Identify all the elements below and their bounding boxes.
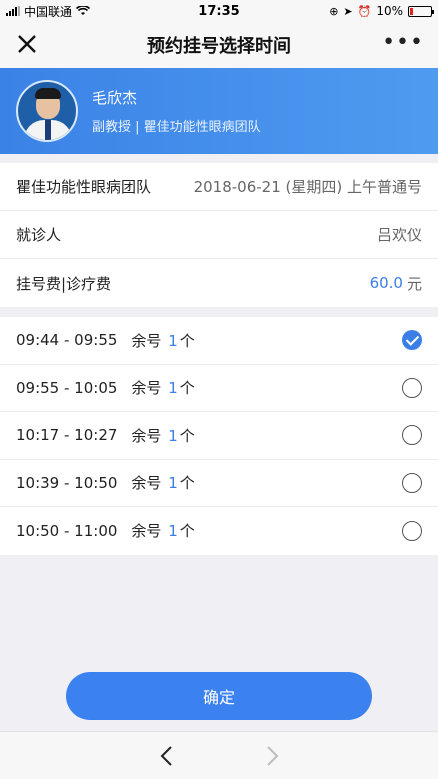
team-row: 瞿佳功能性眼病团队 2018-06-21 (星期四) 上午普通号 xyxy=(0,163,438,211)
back-arrow-icon[interactable] xyxy=(157,744,177,768)
slot-count: 1 xyxy=(168,426,178,445)
slot-radio[interactable] xyxy=(402,425,422,446)
lock-rotation-icon: ⊕ xyxy=(329,4,339,18)
time-slot-row[interactable]: 10:39 - 10:50 余号 1个 xyxy=(0,460,438,507)
slot-remaining: 余号 1个 xyxy=(131,425,194,446)
slot-radio[interactable] xyxy=(402,472,422,493)
slot-radio[interactable] xyxy=(402,520,422,541)
time-slot-row[interactable]: 09:44 - 09:55 余号 1个 xyxy=(0,317,438,365)
slot-time: 09:44 - 09:55 xyxy=(16,331,118,350)
slot-time: 10:17 - 10:27 xyxy=(16,426,118,445)
appointment-info: 瞿佳功能性眼病团队 2018-06-21 (星期四) 上午普通号 就诊人 吕欢仪… xyxy=(0,163,438,307)
nav-bar: 预约挂号选择时间 ••• xyxy=(0,22,438,68)
slot-remaining: 余号 1个 xyxy=(131,330,194,351)
status-right: ⊕ ➤ ⏰ 10% xyxy=(329,4,434,18)
battery-percent: 10% xyxy=(376,4,403,18)
slot-remaining-prefix: 余号 xyxy=(131,331,162,350)
slot-time: 10:50 - 11:00 xyxy=(16,521,118,540)
fee-value: 60.0 xyxy=(369,274,403,292)
slot-remaining-suffix: 个 xyxy=(179,331,195,350)
wifi-icon xyxy=(76,6,91,15)
appointment-date: 2018-06-21 (星期四) 上午普通号 xyxy=(193,178,422,196)
slot-remaining-prefix: 余号 xyxy=(131,379,162,398)
page-title: 预约挂号选择时间 xyxy=(147,36,291,57)
doctor-title-team: 副教授 | 瞿佳功能性眼病团队 xyxy=(92,120,261,135)
slot-radio[interactable] xyxy=(402,377,422,398)
slot-remaining-suffix: 个 xyxy=(179,426,195,445)
doctor-name: 毛欣杰 xyxy=(92,89,138,107)
slot-count: 1 xyxy=(168,379,178,398)
patient-name: 吕欢仪 xyxy=(376,226,422,244)
team-name: 瞿佳功能性眼病团队 xyxy=(16,178,152,196)
signal-icon xyxy=(6,6,20,16)
fee-unit: 元 xyxy=(406,274,422,293)
close-icon[interactable] xyxy=(14,31,40,57)
doctor-banner: 毛欣杰 副教授 | 瞿佳功能性眼病团队 xyxy=(0,68,438,154)
slot-count: 1 xyxy=(168,522,178,541)
slot-remaining: 余号 1个 xyxy=(131,472,194,493)
slot-remaining-prefix: 余号 xyxy=(131,522,162,541)
doctor-avatar xyxy=(16,80,78,142)
time-slot-list: 09:44 - 09:55 余号 1个 09:55 - 10:05 余号 1个 … xyxy=(0,317,438,555)
slot-remaining: 余号 1个 xyxy=(131,520,194,541)
browser-bottom-bar xyxy=(0,731,438,779)
slot-remaining-prefix: 余号 xyxy=(131,426,162,445)
time-slot-row[interactable]: 10:50 - 11:00 余号 1个 xyxy=(0,507,438,555)
slot-remaining-suffix: 个 xyxy=(179,474,195,493)
slot-count: 1 xyxy=(168,331,178,350)
slot-remaining-suffix: 个 xyxy=(179,522,195,541)
slot-remaining-suffix: 个 xyxy=(179,379,195,398)
forward-arrow-icon[interactable] xyxy=(262,744,282,768)
time-slot-row[interactable]: 10:17 - 10:27 余号 1个 xyxy=(0,412,438,460)
confirm-button[interactable]: 确定 xyxy=(66,672,372,720)
patient-label: 就诊人 xyxy=(16,226,62,244)
slot-count: 1 xyxy=(168,474,178,493)
time-slot-row[interactable]: 09:55 - 10:05 余号 1个 xyxy=(0,365,438,412)
alarm-icon: ⏰ xyxy=(357,4,372,18)
fee-row: 挂号费|诊疗费 60.0 元 xyxy=(0,259,438,307)
status-bar: 中国联通 17:35 ⊕ ➤ ⏰ 10% xyxy=(0,0,438,22)
location-icon: ➤ xyxy=(343,4,353,18)
battery-icon xyxy=(408,5,434,17)
status-left: 中国联通 xyxy=(6,3,156,20)
carrier-label: 中国联通 xyxy=(24,4,73,19)
slot-remaining: 余号 1个 xyxy=(131,377,194,398)
slot-time: 10:39 - 10:50 xyxy=(16,473,118,492)
slot-radio[interactable] xyxy=(402,330,422,351)
fee-label: 挂号费|诊疗费 xyxy=(16,274,112,293)
slot-time: 09:55 - 10:05 xyxy=(16,378,118,397)
more-icon[interactable]: ••• xyxy=(382,32,424,54)
doctor-info: 毛欣杰 副教授 | 瞿佳功能性眼病团队 xyxy=(92,87,261,135)
slot-remaining-prefix: 余号 xyxy=(131,474,162,493)
patient-row[interactable]: 就诊人 吕欢仪 xyxy=(0,211,438,259)
